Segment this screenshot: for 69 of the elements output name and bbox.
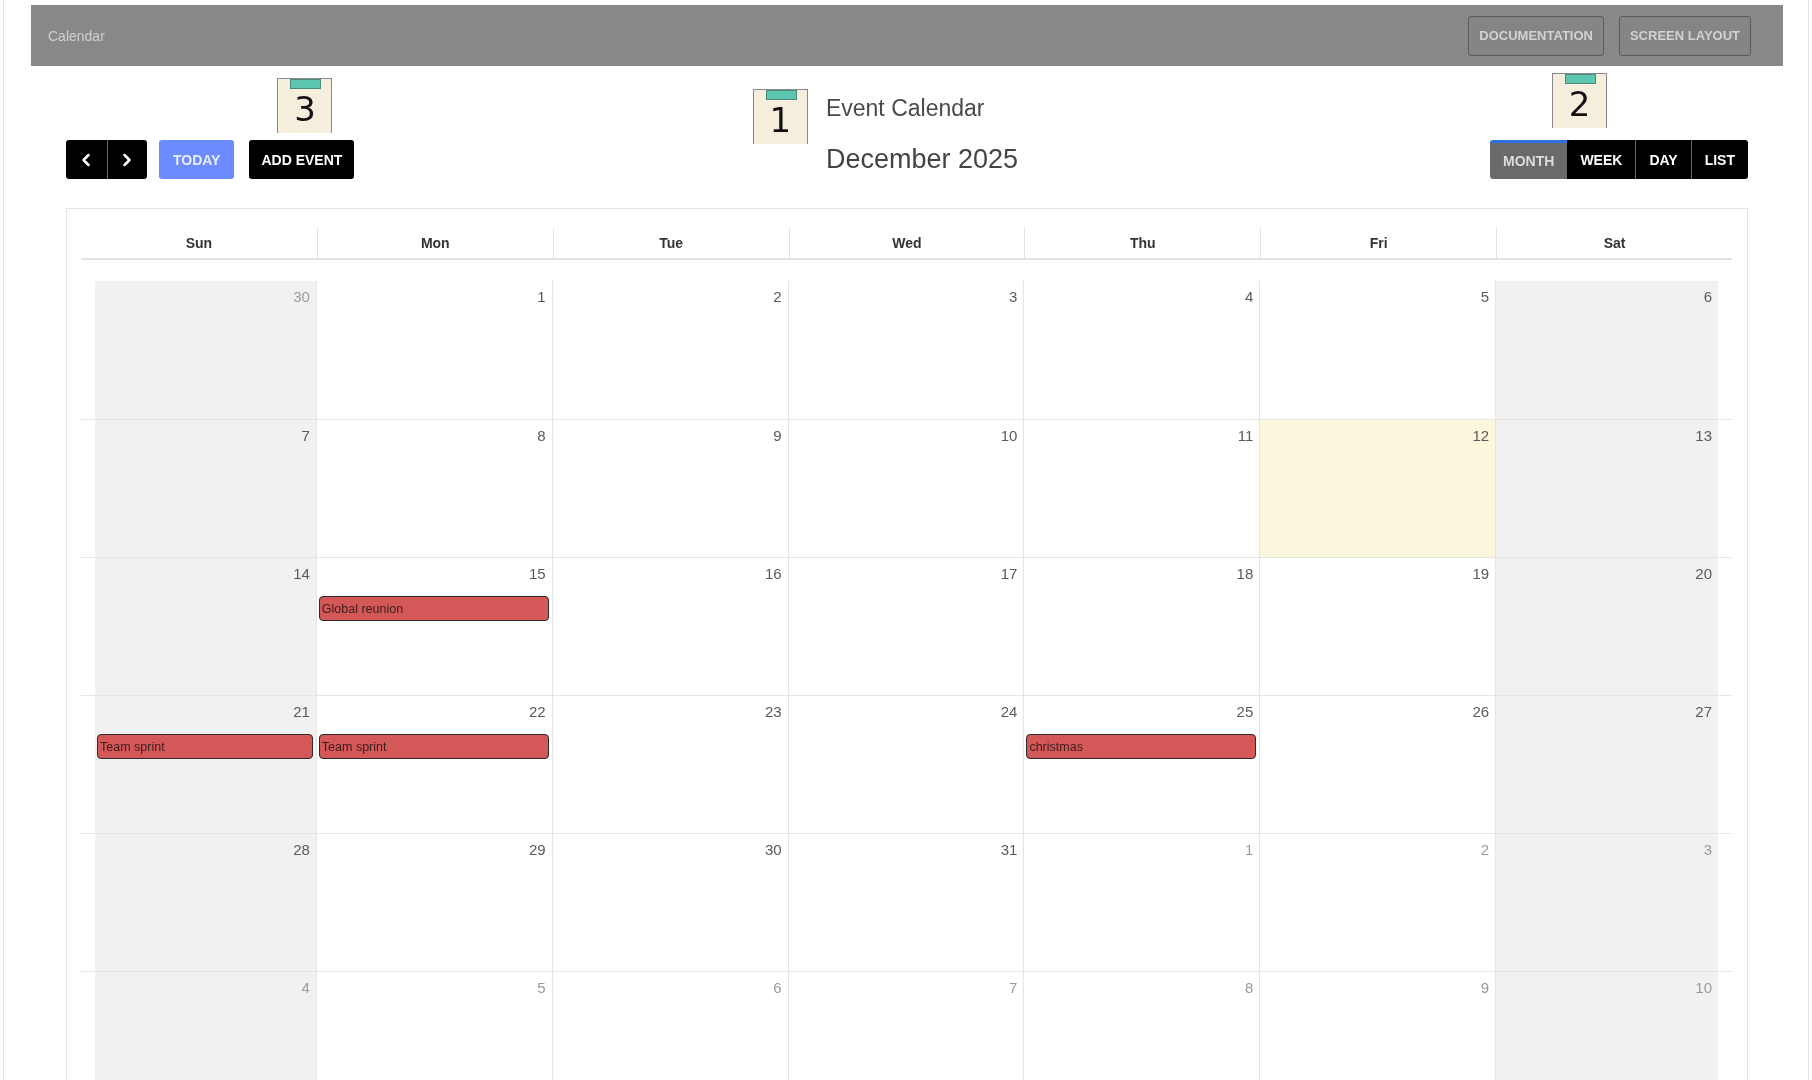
weekday-header: Mon: [316, 228, 553, 258]
day-number: 16: [764, 564, 783, 584]
view-tab[interactable]: LIST: [1690, 140, 1748, 179]
day-number: 15: [529, 564, 547, 584]
today-button[interactable]: TODAY: [159, 140, 235, 179]
day-number: 22: [529, 702, 547, 722]
numbered-note: 2: [1552, 73, 1608, 128]
day-number: 21: [293, 702, 311, 722]
day-number: 6: [1703, 287, 1713, 307]
day-number: 3: [1009, 287, 1019, 307]
day-number: 23: [764, 702, 783, 722]
day-number: 19: [1472, 564, 1491, 584]
next-button[interactable]: [106, 140, 147, 179]
header-button[interactable]: SCREEN LAYOUT: [1618, 15, 1751, 56]
day-number: 7: [1009, 978, 1019, 998]
day-number: 2: [1480, 840, 1491, 860]
day-number: 18: [1236, 564, 1255, 584]
day-number: 30: [293, 287, 311, 307]
day-number: 14: [293, 564, 311, 584]
day-number: 1: [1244, 840, 1255, 860]
day-number: 8: [1244, 978, 1255, 998]
day-number: 12: [1472, 426, 1491, 446]
day-number: 2: [773, 287, 783, 307]
weekday-header: Sat: [1496, 228, 1732, 258]
weekday-header: Tue: [552, 228, 789, 258]
view-tab[interactable]: WEEK: [1567, 140, 1636, 179]
day-number: 9: [773, 426, 783, 446]
day-number: 4: [301, 978, 311, 998]
day-number: 17: [1000, 564, 1019, 584]
day-number: 6: [773, 978, 783, 998]
previous-button[interactable]: [66, 140, 107, 179]
day-number: 9: [1480, 978, 1491, 998]
day-number: 27: [1695, 702, 1713, 722]
event-bar[interactable]: christmas: [1026, 734, 1257, 759]
add-event-button[interactable]: ADD EVENT: [249, 140, 355, 179]
day-number: 7: [301, 426, 311, 446]
day-number: 26: [1472, 702, 1491, 722]
day-number: 30: [764, 840, 783, 860]
day-number: 24: [1000, 702, 1019, 722]
day-number: 10: [1000, 426, 1019, 446]
day-number: 5: [537, 978, 547, 998]
event-bar[interactable]: Team sprint: [318, 734, 549, 759]
day-number: 11: [1237, 426, 1255, 446]
event-bar[interactable]: Global reunion: [318, 596, 549, 621]
numbered-note: 3: [277, 78, 333, 133]
header-button[interactable]: DOCUMENTATION: [1468, 15, 1604, 56]
day-number: 1: [537, 287, 547, 307]
numbered-note: 1: [752, 89, 808, 144]
weekday-header: Thu: [1024, 228, 1261, 258]
day-number: 28: [293, 840, 311, 860]
day-number: 4: [1244, 287, 1255, 307]
weekday-header: Wed: [788, 228, 1025, 258]
weekday-header: Fri: [1260, 228, 1497, 258]
event-bar[interactable]: Team sprint: [97, 734, 313, 759]
day-number: 25: [1236, 702, 1255, 722]
day-number: 13: [1695, 426, 1713, 446]
view-tab[interactable]: DAY: [1635, 140, 1691, 179]
month-label: December 2025: [825, 143, 1019, 176]
weekday-header: Sun: [184, 234, 214, 253]
day-number: 5: [1480, 287, 1491, 307]
day-number: 20: [1695, 564, 1713, 584]
app-title: Calendar: [48, 27, 105, 44]
day-number: 31: [1000, 840, 1019, 860]
calendar-title: Event Calendar: [825, 94, 986, 122]
day-number: 8: [537, 426, 547, 446]
day-number: 10: [1695, 978, 1713, 998]
day-number: 29: [529, 840, 547, 860]
view-tab[interactable]: MONTH: [1490, 140, 1568, 179]
day-number: 3: [1703, 840, 1713, 860]
